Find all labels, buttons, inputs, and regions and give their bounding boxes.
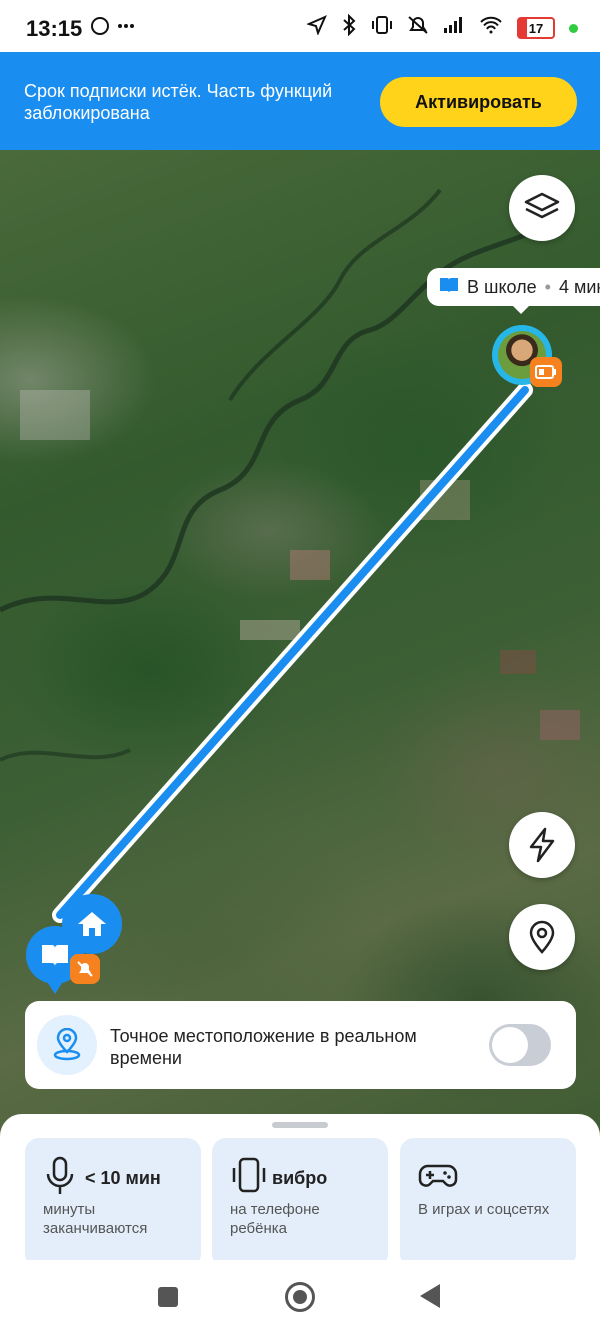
- realtime-location-icon: [37, 1015, 97, 1075]
- muted-icon: [407, 15, 429, 41]
- whatsapp-icon: [90, 14, 138, 44]
- battery-icon: 17: [517, 17, 555, 39]
- book-icon: [42, 945, 68, 966]
- feature-value: < 10 мин: [85, 1168, 161, 1188]
- home-button-dot: [293, 1290, 307, 1304]
- sheet-handle[interactable]: [272, 1122, 328, 1128]
- muted-bell-icon: [70, 954, 100, 984]
- feature-desc: на телефоне ребёнка: [230, 1201, 320, 1237]
- activate-button[interactable]: Активировать: [380, 77, 577, 127]
- battery-level: 17: [528, 20, 544, 36]
- tooltip-separator: •: [544, 276, 551, 297]
- place-tooltip[interactable]: В школе • 4 мин: [427, 268, 600, 314]
- back-button[interactable]: [420, 1284, 440, 1308]
- layers-icon: [524, 192, 560, 219]
- tooltip-place: В школе: [467, 276, 537, 297]
- location-button[interactable]: [509, 904, 575, 970]
- low-battery-icon: [530, 357, 562, 387]
- lightning-icon: [529, 827, 555, 863]
- vibrate-icon: [371, 15, 393, 41]
- status-icons: 17: [306, 13, 578, 42]
- status-dot: [569, 23, 578, 33]
- tooltip-duration: 4 мин: [558, 276, 600, 297]
- subscription-message: Срок подписки истёк. Часть функций забло…: [24, 81, 333, 123]
- bluetooth-icon: [341, 13, 357, 42]
- feature-card-games[interactable]: В играх и соцсетях: [400, 1138, 576, 1260]
- location-arrow-icon: [306, 15, 327, 41]
- feature-card-vibro[interactable]: вибро на телефоне ребёнка: [212, 1138, 388, 1260]
- system-nav-bar: [0, 1260, 600, 1332]
- home-icon: [78, 912, 106, 936]
- signal-icon: [443, 16, 465, 40]
- feature-card-minutes[interactable]: < 10 мин минуты заканчиваются: [25, 1138, 201, 1260]
- feature-desc: минуты заканчиваются: [43, 1201, 148, 1237]
- recent-apps-button[interactable]: [158, 1287, 178, 1307]
- feature-value: вибро: [272, 1168, 328, 1188]
- gamepad-icon: [418, 1164, 458, 1187]
- lightning-button[interactable]: [509, 812, 575, 878]
- status-bar: 13:15 17: [0, 0, 600, 52]
- microphone-icon: [46, 1156, 74, 1194]
- realtime-location-label: Точное местоположение в реальном времени: [110, 1026, 417, 1068]
- realtime-location-toggle[interactable]: [489, 1024, 551, 1066]
- layers-button[interactable]: [509, 175, 575, 241]
- bottom-sheet: < 10 мин минуты заканчиваются вибро на т…: [0, 1114, 600, 1260]
- location-pin-icon: [529, 920, 555, 954]
- realtime-location-card: Точное местоположение в реальном времени: [25, 1001, 576, 1089]
- map-view[interactable]: В школе • 4 мин: [0, 150, 600, 1150]
- feature-desc: В играх и соцсетях: [418, 1201, 550, 1218]
- wifi-icon: [479, 16, 503, 40]
- home-button[interactable]: [285, 1282, 315, 1312]
- subscription-banner: Срок подписки истёк. Часть функций забло…: [0, 52, 600, 150]
- toggle-knob: [492, 1027, 528, 1063]
- status-time: 13:15: [26, 16, 83, 41]
- book-icon: [439, 276, 459, 299]
- phone-vibrate-icon: [232, 1157, 266, 1193]
